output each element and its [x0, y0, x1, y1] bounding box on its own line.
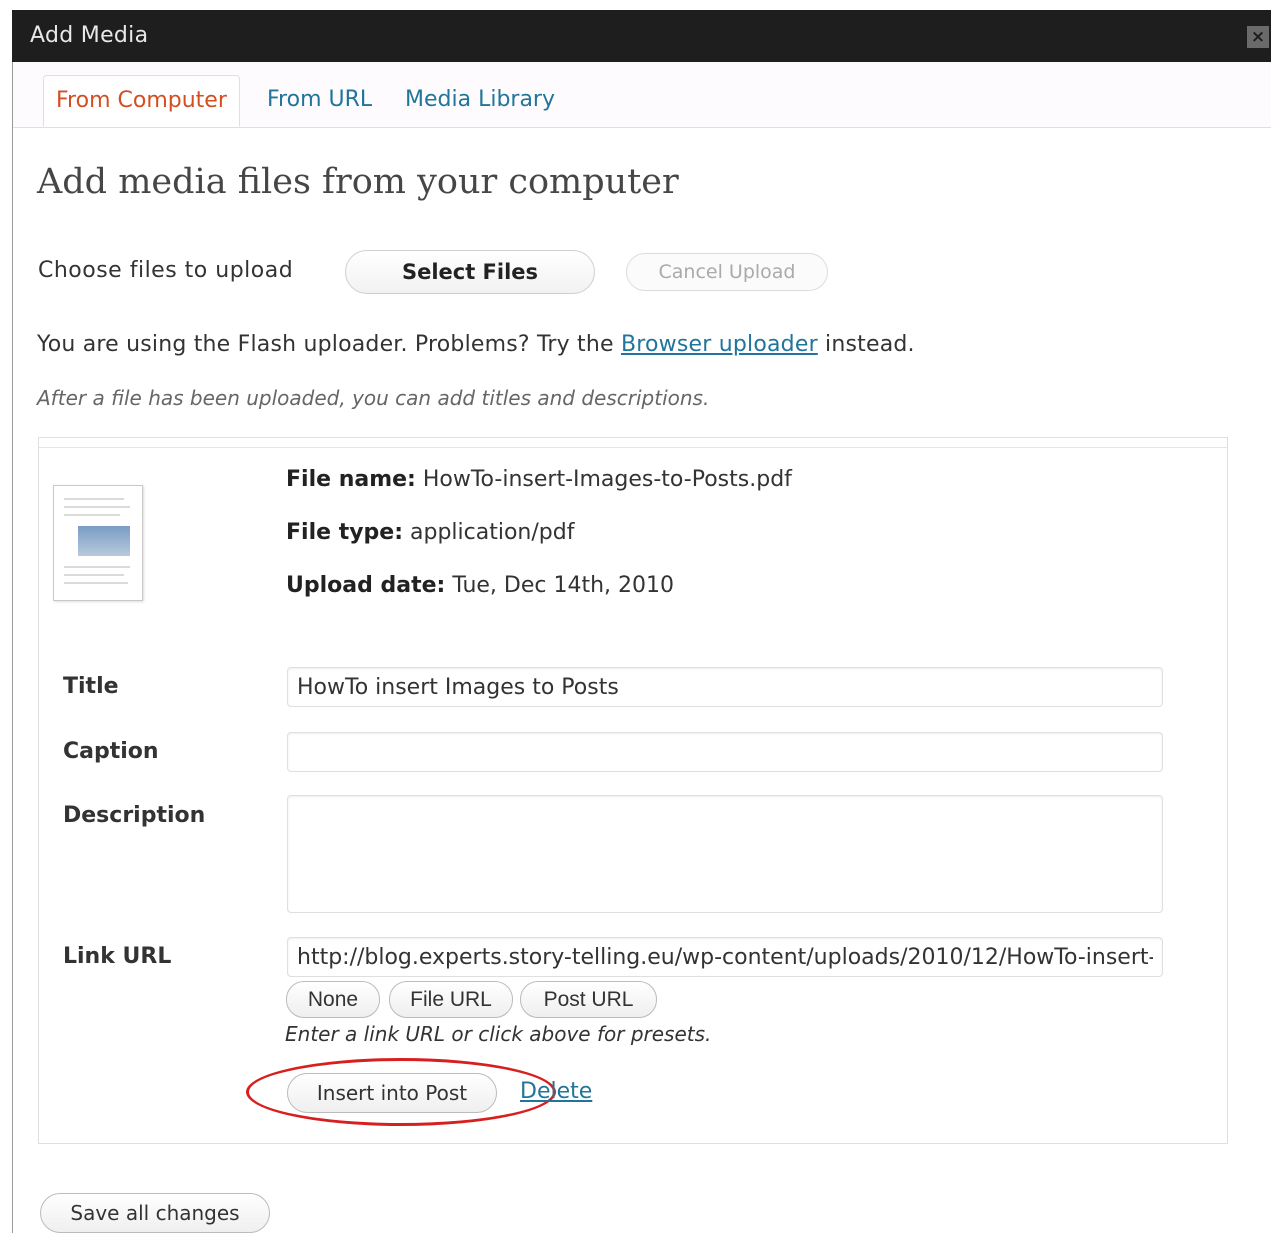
flash-notice-suffix: instead.	[817, 332, 915, 357]
tab-bar: From Computer From URL Media Library	[13, 62, 1271, 128]
page-title: Add media files from your computer	[37, 162, 679, 202]
insert-into-post-button[interactable]: Insert into Post	[287, 1073, 497, 1113]
after-upload-note: After a file has been uploaded, you can …	[37, 386, 710, 410]
browser-uploader-link[interactable]: Browser uploader	[621, 332, 818, 357]
title-label: Title	[63, 674, 119, 699]
flash-uploader-notice: You are using the Flash uploader. Proble…	[37, 332, 915, 357]
link-post-url-button[interactable]: Post URL	[520, 981, 657, 1018]
title-input[interactable]	[287, 667, 1163, 707]
media-item: File name: HowTo-insert-Images-to-Posts.…	[38, 437, 1228, 1144]
description-textarea[interactable]	[287, 795, 1163, 913]
link-url-hint: Enter a link URL or click above for pres…	[285, 1022, 712, 1046]
file-type-row: File type: application/pdf	[286, 520, 574, 545]
link-url-label: Link URL	[63, 944, 172, 969]
tab-from-url[interactable]: From URL	[267, 75, 372, 127]
window-titlebar: Add Media ×	[12, 10, 1271, 62]
file-type-value: application/pdf	[410, 520, 575, 545]
file-name-label: File name:	[286, 467, 416, 492]
tab-media-library[interactable]: Media Library	[405, 75, 555, 127]
file-name-row: File name: HowTo-insert-Images-to-Posts.…	[286, 467, 792, 492]
upload-date-value: Tue, Dec 14th, 2010	[452, 573, 675, 598]
delete-link[interactable]: Delete	[520, 1079, 592, 1104]
save-all-changes-button[interactable]: Save all changes	[40, 1193, 270, 1233]
file-type-label: File type:	[286, 520, 404, 545]
link-none-button[interactable]: None	[286, 981, 380, 1018]
link-file-url-button[interactable]: File URL	[389, 981, 513, 1018]
choose-files-label: Choose files to upload	[38, 258, 294, 283]
caption-label: Caption	[63, 739, 159, 764]
select-files-button[interactable]: Select Files	[345, 250, 595, 294]
caption-input[interactable]	[287, 732, 1163, 772]
description-label: Description	[63, 803, 206, 828]
divider	[39, 447, 1227, 448]
link-url-input[interactable]	[287, 937, 1163, 977]
file-name-value: HowTo-insert-Images-to-Posts.pdf	[422, 467, 792, 492]
cancel-upload-button[interactable]: Cancel Upload	[626, 253, 828, 291]
frame-border	[12, 62, 13, 1233]
upload-date-label: Upload date:	[286, 573, 446, 598]
pdf-document-icon	[53, 485, 143, 601]
upload-date-row: Upload date: Tue, Dec 14th, 2010	[286, 573, 674, 598]
tab-from-computer[interactable]: From Computer	[43, 75, 240, 127]
window-title: Add Media	[30, 23, 149, 48]
close-icon[interactable]: ×	[1247, 26, 1269, 48]
flash-notice-prefix: You are using the Flash uploader. Proble…	[37, 332, 621, 357]
